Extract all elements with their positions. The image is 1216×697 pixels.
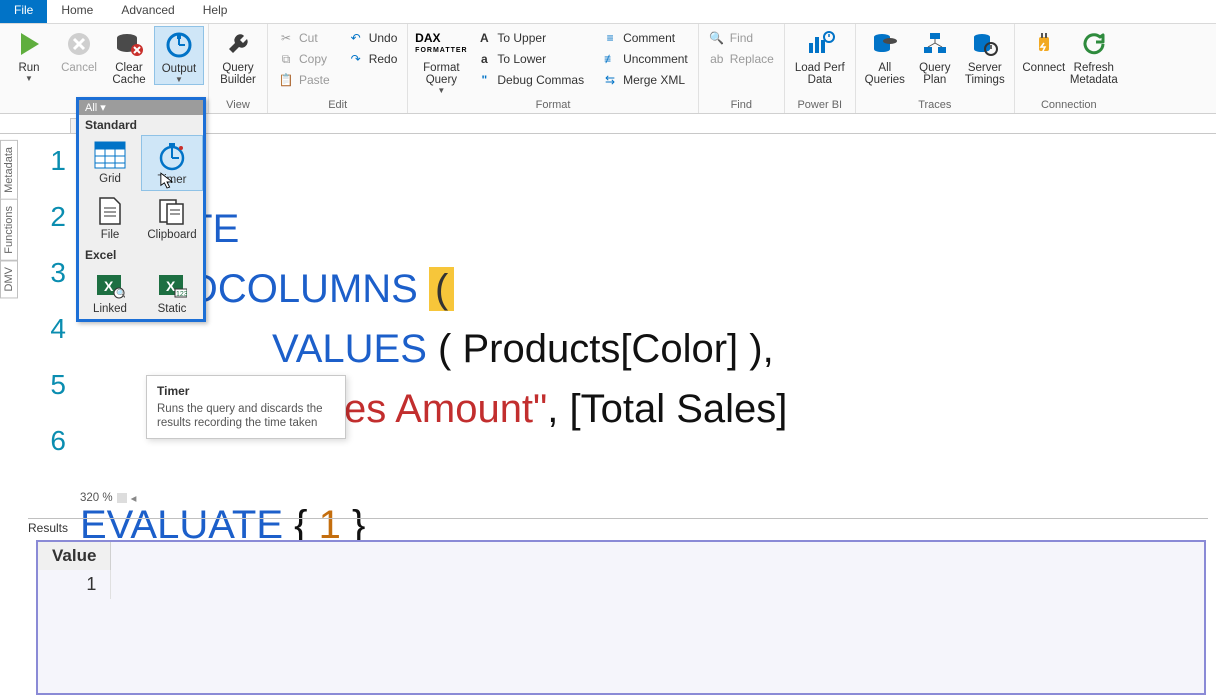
cancel-button[interactable]: Cancel [54, 26, 104, 74]
uncomment-icon: ≢ [602, 51, 618, 67]
format-query-button[interactable]: DAXFORMATTER Format Query▼ [412, 26, 470, 95]
group-label-find: Find [703, 98, 780, 113]
play-icon [13, 28, 45, 60]
plan-icon [919, 28, 951, 60]
timer-icon [155, 140, 189, 172]
copy-icon: ⧉ [278, 51, 294, 67]
gutter: 123456 [40, 145, 66, 481]
server-timings-button[interactable]: Server Timings [960, 26, 1010, 86]
group-label-edit: Edit [272, 98, 403, 113]
group-label-connection: Connection [1019, 98, 1119, 113]
menu-advanced[interactable]: Advanced [107, 0, 188, 23]
output-option-linked[interactable]: X🔍 Linked [79, 265, 141, 319]
plug-icon [1028, 28, 1060, 60]
all-queries-button[interactable]: All Queries [860, 26, 910, 86]
side-tab-dmv[interactable]: DMV [0, 260, 18, 298]
query-plan-button[interactable]: Query Plan [910, 26, 960, 86]
output-icon [163, 29, 195, 61]
undo-icon: ↶ [348, 30, 364, 46]
code-content: UATE ADDCOLUMNS ( VALUES ( Products[Colo… [80, 145, 1208, 557]
cancel-icon [63, 28, 95, 60]
tooltip-title: Timer [157, 384, 335, 398]
paste-icon: 📋 [278, 72, 294, 88]
mouse-cursor [160, 172, 174, 190]
file-icon [93, 195, 127, 227]
clear-cache-button[interactable]: Clear Cache [104, 26, 154, 86]
clipboard-icon [155, 195, 189, 227]
connect-button[interactable]: Connect [1019, 26, 1069, 74]
output-option-clipboard[interactable]: Clipboard [141, 191, 203, 245]
results-header[interactable]: Value [38, 542, 111, 570]
svg-text:🔍: 🔍 [116, 288, 125, 298]
db-stack-icon [869, 28, 901, 60]
lower-icon: a [476, 51, 492, 67]
results-cell[interactable]: 1 [38, 570, 111, 599]
output-section-excel: Excel [79, 245, 203, 265]
menu-file[interactable]: File [0, 0, 47, 23]
output-option-static[interactable]: X123 Static [141, 265, 203, 319]
replace-icon: ab [709, 51, 725, 67]
group-label-view: View [213, 98, 263, 113]
group-label-traces: Traces [860, 98, 1010, 113]
upper-icon: A [476, 30, 492, 46]
menu-home[interactable]: Home [47, 0, 107, 23]
results-label: Results [28, 518, 1208, 537]
comment-button[interactable]: ≡Comment [596, 28, 694, 48]
perf-icon [804, 28, 836, 60]
output-section-standard: Standard [79, 115, 203, 135]
zoom-indicator[interactable]: 320 %◂ [80, 491, 136, 505]
dax-formatter-icon: DAXFORMATTER [425, 28, 457, 60]
tooltip: Timer Runs the query and discards the re… [146, 375, 346, 439]
comment-icon: ≡ [602, 30, 618, 46]
side-tab-metadata[interactable]: Metadata [0, 140, 18, 200]
uncomment-button[interactable]: ≢Uncomment [596, 49, 694, 69]
to-lower-button[interactable]: aTo Lower [470, 49, 590, 69]
refresh-metadata-button[interactable]: Refresh Metadata [1069, 26, 1119, 86]
find-icon: 🔍 [709, 30, 725, 46]
query-builder-button[interactable]: Query Builder [213, 26, 263, 86]
menu-help[interactable]: Help [189, 0, 242, 23]
output-dropdown-panel: All ▾ Standard Grid Timer File Clipboard… [76, 97, 206, 322]
svg-text:X: X [104, 278, 114, 294]
side-tabs: Metadata Functions DMV [0, 140, 20, 297]
redo-icon: ↷ [348, 51, 364, 67]
undo-button[interactable]: ↶Undo [342, 28, 404, 48]
cut-button[interactable]: ✂Cut [272, 28, 336, 48]
tooltip-body: Runs the query and discards the results … [157, 402, 335, 430]
redo-button[interactable]: ↷Redo [342, 49, 404, 69]
excel-linked-icon: X🔍 [93, 269, 127, 301]
group-label-powerbi: Power BI [789, 98, 851, 113]
refresh-icon [1078, 28, 1110, 60]
debug-commas-button[interactable]: "Debug Commas [470, 70, 590, 90]
output-option-file[interactable]: File [79, 191, 141, 245]
side-tab-functions[interactable]: Functions [0, 199, 18, 261]
timings-icon [969, 28, 1001, 60]
code-editor[interactable]: 123456 UATE ADDCOLUMNS ( VALUES ( Produc… [40, 135, 1208, 505]
excel-static-icon: X123 [155, 269, 189, 301]
results-grid[interactable]: Value 1 [36, 540, 1206, 695]
grid-icon [93, 139, 127, 171]
wrench-icon [222, 28, 254, 60]
copy-button[interactable]: ⧉Copy [272, 49, 336, 69]
to-upper-button[interactable]: ATo Upper [470, 28, 590, 48]
group-label-format: Format [412, 98, 693, 113]
cut-icon: ✂ [278, 30, 294, 46]
output-option-grid[interactable]: Grid [79, 135, 141, 191]
svg-text:123: 123 [176, 291, 187, 298]
load-perf-data-button[interactable]: Load Perf Data [789, 26, 851, 86]
merge-xml-button[interactable]: ⇆Merge XML [596, 70, 694, 90]
find-button[interactable]: 🔍Find [703, 28, 780, 48]
menu-bar: File Home Advanced Help [0, 0, 1216, 24]
comma-icon: " [476, 72, 492, 88]
clear-cache-icon [113, 28, 145, 60]
paste-button[interactable]: 📋Paste [272, 70, 336, 90]
run-button[interactable]: Run▼ [4, 26, 54, 83]
merge-icon: ⇆ [602, 72, 618, 88]
output-button[interactable]: Output▼ [154, 26, 204, 85]
output-dropdown-header[interactable]: All ▾ [79, 100, 203, 115]
replace-button[interactable]: abReplace [703, 49, 780, 69]
